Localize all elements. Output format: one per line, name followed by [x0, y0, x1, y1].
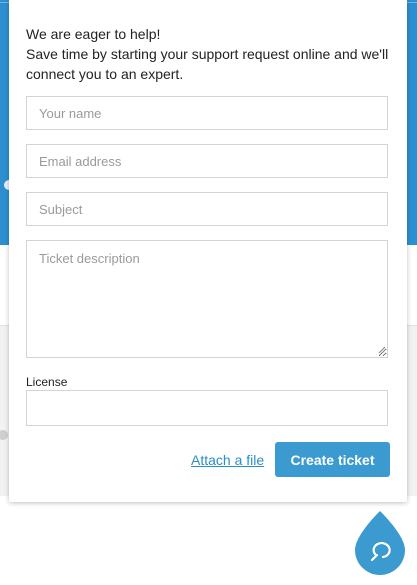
- license-label: License: [26, 375, 68, 389]
- chat-launcher-button[interactable]: [353, 509, 407, 577]
- support-ticket-panel: We are eager to help! Save time by start…: [9, 0, 407, 502]
- intro-line-2: connect you to an expert.: [26, 66, 184, 82]
- chat-bubble-icon: [355, 511, 405, 575]
- ticket-description-textarea[interactable]: [26, 240, 388, 358]
- name-input[interactable]: [26, 96, 388, 130]
- email-input[interactable]: [26, 144, 388, 178]
- intro-line-1: Save time by starting your support reque…: [26, 46, 389, 62]
- intro-text: We are eager to help! Save time by start…: [26, 24, 396, 84]
- intro-heading: We are eager to help!: [26, 26, 161, 42]
- attach-file-link[interactable]: Attach a file: [191, 452, 264, 468]
- subject-input[interactable]: [26, 192, 388, 226]
- license-input[interactable]: [26, 390, 388, 426]
- create-ticket-button[interactable]: Create ticket: [275, 442, 390, 477]
